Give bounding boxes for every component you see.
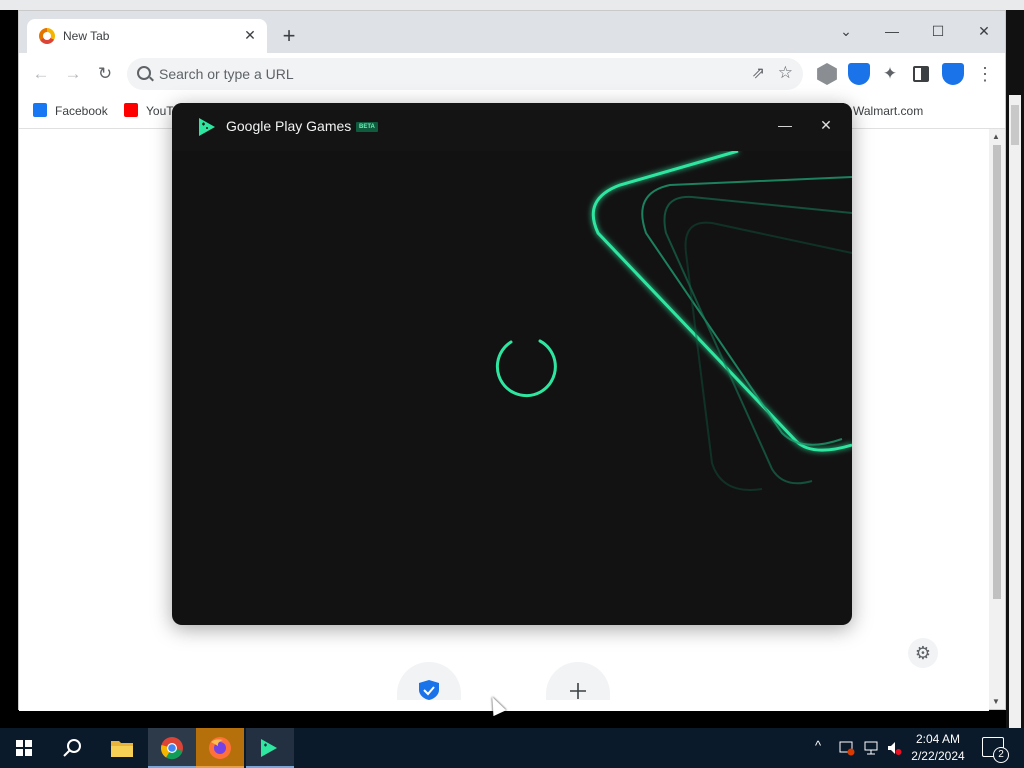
taskbar-google-play-games[interactable]	[246, 728, 294, 768]
bookmark-label: Facebook	[55, 104, 108, 118]
tray-volume-muted-icon[interactable]	[886, 740, 902, 756]
bookmark-label: YouT	[146, 104, 174, 118]
scroll-down-icon[interactable]: ▼	[992, 697, 1000, 706]
tab-title: New Tab	[63, 29, 110, 43]
dialog-minimize-button[interactable]: —	[775, 115, 795, 135]
chrome-icon	[160, 737, 183, 760]
tray-network-alert-icon[interactable]	[839, 740, 855, 756]
new-tab-button[interactable]: +	[277, 25, 301, 49]
google-play-games-dialog: Google Play Games BETA — ✕	[172, 103, 852, 625]
back-button[interactable]: ←	[29, 62, 53, 86]
scroll-up-icon[interactable]: ▲	[992, 132, 1000, 141]
window-maximize-button[interactable]: ☐	[915, 17, 961, 45]
youtube-icon	[124, 103, 138, 117]
green-triangle-decoration	[495, 149, 852, 491]
extension-shield-gray-icon[interactable]	[817, 63, 837, 85]
firefox-icon	[209, 737, 231, 759]
background-window-scrollbar[interactable]	[1009, 95, 1021, 735]
tab-strip: New Tab ✕ + ⌄ — ☐ ✕	[19, 11, 1005, 53]
desktop-background	[0, 0, 1024, 10]
omnibox[interactable]: ⇗ ☆	[127, 58, 803, 90]
google-play-games-icon	[261, 739, 277, 757]
start-button[interactable]	[0, 728, 48, 768]
scrollbar-thumb[interactable]	[1011, 105, 1019, 145]
scrollbar-thumb[interactable]	[993, 145, 1001, 599]
page-scrollbar[interactable]: ▲ ▼	[989, 129, 1005, 709]
share-icon[interactable]: ⇗	[752, 63, 765, 83]
dialog-title-bar: Google Play Games BETA — ✕	[172, 103, 852, 151]
windows-taskbar: ^ 2:04 AM 2/22/2024 2	[0, 728, 1024, 768]
forward-button[interactable]: →	[61, 62, 85, 86]
search-icon	[63, 739, 81, 757]
file-explorer-icon	[111, 741, 133, 757]
desktop-left-strip	[0, 10, 18, 728]
action-center-button[interactable]: 2	[982, 737, 1009, 763]
dialog-close-button[interactable]: ✕	[816, 115, 836, 135]
bookmark-facebook[interactable]: Facebook	[33, 103, 108, 118]
tray-chevron-icon[interactable]: ^	[815, 738, 821, 753]
tray-ethernet-icon[interactable]	[863, 740, 879, 756]
bookmark-youtube[interactable]: YouT	[124, 103, 174, 118]
bookmark-label: Walmart.com	[853, 104, 924, 118]
taskbar-file-explorer[interactable]	[98, 728, 146, 768]
dialog-title: Google Play Games	[226, 118, 352, 134]
tab-new-tab[interactable]: New Tab ✕	[27, 19, 267, 53]
customize-settings-icon[interactable]: ⚙	[908, 638, 938, 668]
shield-check-shortcut-icon	[419, 680, 439, 700]
extension-shield-check-icon[interactable]	[942, 63, 964, 85]
browser-menu-icon[interactable]: ⋮	[974, 63, 996, 85]
background-window-strip	[1006, 10, 1024, 735]
extensions-puzzle-icon[interactable]: ✦	[879, 63, 901, 85]
tab-close-icon[interactable]: ✕	[241, 26, 259, 44]
reload-button[interactable]: ↻	[93, 62, 117, 86]
bookmark-star-icon[interactable]: ☆	[778, 63, 793, 83]
beta-badge: BETA	[356, 122, 378, 132]
taskbar-firefox[interactable]	[196, 728, 244, 768]
taskbar-search-button[interactable]	[48, 728, 96, 768]
taskbar-clock[interactable]: 2:04 AM 2/22/2024	[905, 731, 971, 765]
tab-search-dropdown-icon[interactable]: ⌄	[823, 17, 869, 45]
clock-time: 2:04 AM	[915, 732, 961, 746]
omnibox-input[interactable]	[159, 64, 719, 84]
window-minimize-button[interactable]: —	[869, 17, 915, 45]
start-icon	[16, 740, 32, 756]
add-shortcut-icon	[570, 683, 586, 699]
side-panel-icon[interactable]	[913, 66, 929, 82]
window-close-button[interactable]: ✕	[961, 17, 1007, 45]
search-icon	[137, 66, 151, 80]
notification-count-badge: 2	[993, 747, 1009, 763]
browser-toolbar: ← → ↻ ⇗ ☆ ✦ ⋮	[19, 53, 1005, 95]
loading-spinner	[495, 339, 557, 398]
clock-date: 2/22/2024	[911, 749, 965, 763]
google-play-games-logo-icon	[199, 118, 215, 136]
facebook-icon	[33, 103, 47, 117]
taskbar-chrome[interactable]	[148, 728, 196, 768]
extension-lock-blue-icon[interactable]	[848, 63, 870, 85]
browser-favicon-icon	[39, 28, 55, 44]
